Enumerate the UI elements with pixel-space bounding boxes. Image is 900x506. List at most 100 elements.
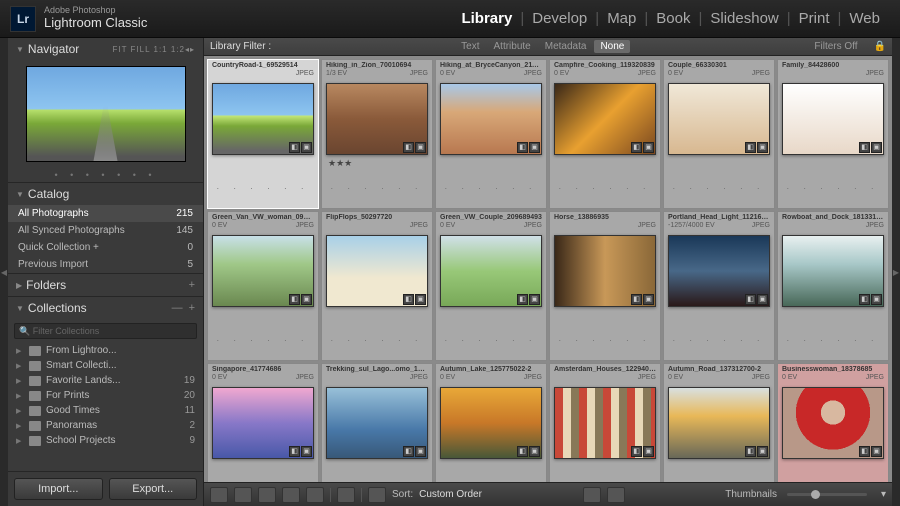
badge-icon[interactable]: ◧ — [403, 142, 414, 153]
photo-cell[interactable]: Campfire_Cooking_1193208390 EVJPEG◧▣· · … — [549, 59, 661, 209]
photo-cell[interactable]: Autumn_Lake_125775022-20 EVJPEG◧▣· · · ·… — [435, 363, 547, 482]
module-develop[interactable]: Develop — [524, 10, 595, 27]
sort-value[interactable]: Custom Order — [419, 489, 482, 500]
badge-icon[interactable]: ◧ — [631, 446, 642, 457]
collection-item[interactable]: ▶From Lightroo... — [8, 343, 203, 358]
photo-cell[interactable]: Singapore_417746860 EVJPEG◧▣· · · · · · — [207, 363, 319, 482]
badge-icon[interactable]: ◧ — [745, 142, 756, 153]
badge-icon[interactable]: ◧ — [631, 142, 642, 153]
navigator-preview[interactable] — [26, 66, 186, 162]
photo-cell[interactable]: Green_Van_VW_woman_097417970 EVJPEG◧▣· ·… — [207, 211, 319, 361]
module-book[interactable]: Book — [648, 10, 698, 27]
badge-icon[interactable]: ◧ — [745, 294, 756, 305]
badge-icon[interactable]: ▣ — [757, 446, 768, 457]
star-rating[interactable] — [436, 308, 546, 320]
star-rating[interactable] — [208, 308, 318, 320]
badge-icon[interactable]: ▣ — [415, 446, 426, 457]
grid-view-icon[interactable] — [210, 487, 228, 503]
badge-icon[interactable]: ◧ — [859, 294, 870, 305]
left-edge-grip[interactable]: ◀ — [0, 38, 8, 506]
navigator-header[interactable]: ▼NavigatorFIT FILL 1:1 1:2◂▸ — [8, 38, 203, 60]
photo-cell[interactable]: Rowboat_and_Dock_181331006JPEG◧▣· · · · … — [777, 211, 889, 361]
toolbar-menu-icon[interactable]: ▾ — [881, 489, 886, 500]
painter-icon[interactable] — [337, 487, 355, 503]
filters-off[interactable]: Filters Off — [814, 41, 857, 52]
badge-icon[interactable]: ◧ — [745, 446, 756, 457]
badge-icon[interactable]: ▣ — [871, 294, 882, 305]
thumbnail[interactable]: ◧▣ — [212, 235, 314, 307]
thumbnail[interactable]: ◧▣ — [212, 387, 314, 459]
thumbnail[interactable]: ◧▣ — [668, 235, 770, 307]
badge-icon[interactable]: ▣ — [643, 446, 654, 457]
module-map[interactable]: Map — [599, 10, 644, 27]
filter-tab-text[interactable]: Text — [455, 40, 485, 53]
catalog-row[interactable]: All Photographs215 — [8, 205, 203, 222]
star-rating[interactable] — [550, 460, 660, 472]
survey-view-icon[interactable] — [282, 487, 300, 503]
filter-tab-attribute[interactable]: Attribute — [488, 40, 537, 53]
photo-cell[interactable]: Family_84428600JPEG◧▣· · · · · · — [777, 59, 889, 209]
star-rating[interactable]: ★★★ — [322, 156, 432, 168]
badge-icon[interactable]: ▣ — [643, 142, 654, 153]
badge-icon[interactable]: ◧ — [517, 446, 528, 457]
star-rating[interactable] — [778, 156, 888, 168]
badge-icon[interactable]: ◧ — [289, 294, 300, 305]
star-rating[interactable] — [664, 308, 774, 320]
star-rating[interactable] — [778, 460, 888, 472]
star-rating[interactable] — [436, 156, 546, 168]
thumbnail[interactable]: ◧▣ — [782, 83, 884, 155]
star-rating[interactable] — [436, 460, 546, 472]
photo-cell[interactable]: Couple_663303010 EVJPEG◧▣· · · · · · — [663, 59, 775, 209]
module-web[interactable]: Web — [841, 10, 888, 27]
photo-cell[interactable]: Businesswoman_183786850 EVJPEG◧▣· · · · … — [777, 363, 889, 482]
thumbnail[interactable]: ◧▣ — [554, 235, 656, 307]
thumbnail[interactable]: ◧▣ — [440, 387, 542, 459]
reject-icon[interactable] — [607, 487, 625, 503]
collection-item[interactable]: ▶Smart Collecti... — [8, 358, 203, 373]
photo-cell[interactable]: Green_VW_Couple_2096894930 EVJPEG◧▣· · ·… — [435, 211, 547, 361]
badge-icon[interactable]: ▣ — [871, 446, 882, 457]
thumbnail[interactable]: ◧▣ — [554, 83, 656, 155]
thumbnail[interactable]: ◧▣ — [212, 83, 314, 155]
photo-cell[interactable]: Amsterdam_Houses_122940375JPEG◧▣· · · · … — [549, 363, 661, 482]
photo-cell[interactable]: Hiking_at_BryceCanyon_2110158700 EVJPEG◧… — [435, 59, 547, 209]
flag-icon[interactable] — [583, 487, 601, 503]
thumbnail[interactable]: ◧▣ — [326, 387, 428, 459]
folders-header[interactable]: ▶Folders+ — [8, 274, 203, 296]
badge-icon[interactable]: ▣ — [529, 142, 540, 153]
badge-icon[interactable]: ▣ — [871, 142, 882, 153]
badge-icon[interactable]: ◧ — [403, 446, 414, 457]
thumbnail[interactable]: ◧▣ — [782, 235, 884, 307]
export-button[interactable]: Export... — [109, 478, 198, 500]
star-rating[interactable] — [322, 460, 432, 472]
thumbnail[interactable]: ◧▣ — [668, 83, 770, 155]
badge-icon[interactable]: ▣ — [529, 294, 540, 305]
sort-direction-icon[interactable] — [368, 487, 386, 503]
module-print[interactable]: Print — [791, 10, 838, 27]
collections-search[interactable]: 🔍 Filter Collections — [14, 323, 197, 339]
people-view-icon[interactable] — [306, 487, 324, 503]
star-rating[interactable] — [550, 308, 660, 320]
badge-icon[interactable]: ▣ — [415, 142, 426, 153]
catalog-row[interactable]: Quick Collection +0 — [8, 239, 203, 256]
badge-icon[interactable]: ◧ — [289, 446, 300, 457]
star-rating[interactable] — [550, 156, 660, 168]
filter-tab-metadata[interactable]: Metadata — [539, 40, 593, 53]
collection-item[interactable]: ▶Favorite Lands...19 — [8, 373, 203, 388]
badge-icon[interactable]: ▣ — [415, 294, 426, 305]
badge-icon[interactable]: ▣ — [301, 142, 312, 153]
badge-icon[interactable]: ▣ — [757, 142, 768, 153]
badge-icon[interactable]: ◧ — [859, 446, 870, 457]
badge-icon[interactable]: ▣ — [301, 446, 312, 457]
star-rating[interactable] — [322, 308, 432, 320]
star-rating[interactable] — [208, 460, 318, 472]
module-slideshow[interactable]: Slideshow — [702, 10, 786, 27]
compare-view-icon[interactable] — [258, 487, 276, 503]
badge-icon[interactable]: ◧ — [289, 142, 300, 153]
photo-cell[interactable]: Hiking_in_Zion_700106941/3 EVJPEG◧▣★★★· … — [321, 59, 433, 209]
star-rating[interactable] — [664, 156, 774, 168]
photo-cell[interactable]: Portland_Head_Light_112166324-1257/4000 … — [663, 211, 775, 361]
thumbnail[interactable]: ◧▣ — [326, 83, 428, 155]
thumbnail[interactable]: ◧▣ — [554, 387, 656, 459]
right-edge-grip[interactable]: ▶ — [892, 38, 900, 506]
